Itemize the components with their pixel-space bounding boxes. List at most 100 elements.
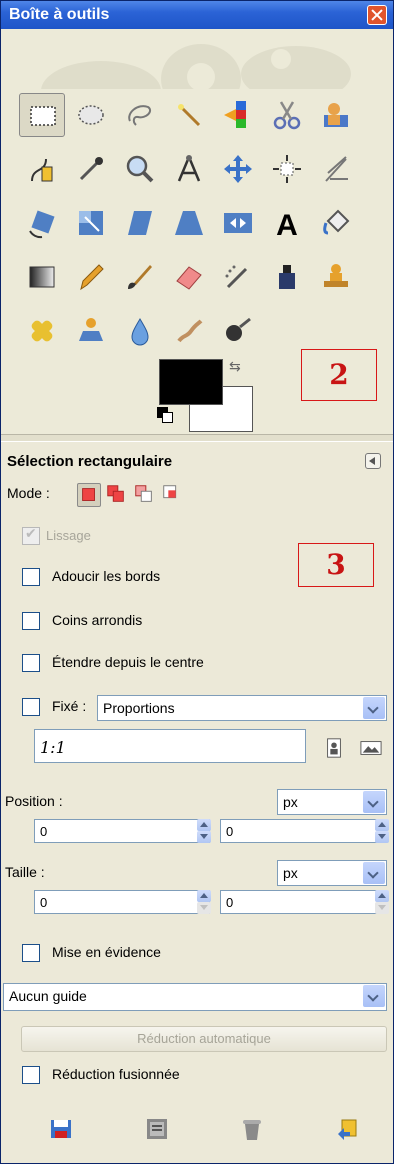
restore-options-icon[interactable] <box>144 1116 170 1142</box>
chevron-down-icon <box>363 697 385 719</box>
perspective-clone-tool[interactable] <box>68 309 114 353</box>
bucket-fill-icon <box>323 209 350 235</box>
ink-tool[interactable] <box>264 255 310 299</box>
feather-edges-checkbox[interactable] <box>22 568 40 586</box>
airbrush-tool[interactable] <box>215 255 261 299</box>
mode-intersect-button[interactable] <box>161 483 185 507</box>
crop-tool[interactable] <box>313 147 359 191</box>
swap-colors-icon[interactable]: ⇆ <box>229 359 241 375</box>
position-y-spinner[interactable] <box>375 819 389 843</box>
size-width-value: 0 <box>40 895 48 910</box>
size-height-spinner[interactable] <box>375 890 389 914</box>
rotate-icon <box>29 210 55 239</box>
heal-tool[interactable] <box>19 309 65 353</box>
zoom-tool[interactable] <box>117 147 163 191</box>
smudge-tool[interactable] <box>166 309 212 353</box>
pencil-tool[interactable] <box>68 255 114 299</box>
fuzzy-select-tool[interactable] <box>166 93 212 137</box>
size-unit-value: px <box>283 865 298 881</box>
position-label: Position : <box>5 793 63 809</box>
foreground-color-swatch[interactable] <box>159 359 223 405</box>
wilber-watermark-icon <box>41 44 351 89</box>
chevron-down-icon <box>363 985 385 1007</box>
foreground-select-tool[interactable] <box>313 93 359 137</box>
scissors-select-tool[interactable] <box>264 93 310 137</box>
ratio-input[interactable]: 1:1 <box>34 729 306 763</box>
panel-menu-icon[interactable] <box>365 453 381 469</box>
tool-options-panel: Sélection rectangulaire Mode : Lissage 3… <box>1 441 393 1163</box>
lasso-select-tool[interactable] <box>117 93 163 137</box>
fixed-label: Fixé : <box>52 698 87 714</box>
position-y-input[interactable]: 0 <box>220 819 378 843</box>
position-x-input[interactable]: 0 <box>34 819 210 843</box>
expand-from-center-checkbox[interactable] <box>22 654 40 672</box>
mode-subtract-button[interactable] <box>133 483 157 507</box>
ellipse-select-icon <box>78 105 104 125</box>
fixed-checkbox[interactable] <box>22 698 40 716</box>
portrait-button[interactable] <box>323 737 347 761</box>
move-tool[interactable] <box>215 147 261 191</box>
blur-sharpen-icon <box>131 318 149 346</box>
ink-icon <box>279 265 295 289</box>
size-unit-select[interactable]: px <box>277 860 387 886</box>
scale-icon <box>79 211 103 235</box>
rounded-corners-label: Coins arrondis <box>52 612 143 628</box>
align-icon <box>273 155 301 183</box>
shrink-merged-checkbox[interactable] <box>22 1066 40 1084</box>
bucket-fill-tool[interactable] <box>313 201 359 245</box>
perspective-tool[interactable] <box>166 201 212 245</box>
heal-icon <box>31 320 53 342</box>
title-bar[interactable]: Boîte à outils <box>1 1 393 29</box>
text-tool[interactable]: A <box>264 201 310 245</box>
toolbox-window: Boîte à outils A ⇆ 2 Sélection rectangul… <box>0 0 394 1164</box>
blur-sharpen-tool[interactable] <box>117 309 163 353</box>
shear-tool[interactable] <box>117 201 163 245</box>
antialias-checkbox[interactable] <box>22 526 40 545</box>
landscape-button[interactable] <box>359 737 383 761</box>
color-select-tool[interactable] <box>215 93 261 137</box>
size-width-input[interactable]: 0 <box>34 890 210 914</box>
measure-tool[interactable] <box>166 147 212 191</box>
ellipse-select-tool[interactable] <box>68 93 114 137</box>
mode-replace-button[interactable] <box>77 483 101 507</box>
rectangle-select-tool[interactable] <box>19 93 65 137</box>
position-unit-select[interactable]: px <box>277 789 387 815</box>
eraser-tool[interactable] <box>166 255 212 299</box>
clone-tool[interactable] <box>313 255 359 299</box>
dodge-burn-tool[interactable] <box>215 309 261 353</box>
paths-icon <box>31 158 53 182</box>
color-picker-tool[interactable] <box>68 147 114 191</box>
blend-tool[interactable] <box>19 255 65 299</box>
paths-tool[interactable] <box>19 147 65 191</box>
position-x-spinner[interactable] <box>197 819 211 843</box>
shear-icon <box>128 211 152 235</box>
save-options-icon[interactable] <box>48 1116 74 1142</box>
reset-options-icon[interactable] <box>334 1116 360 1142</box>
align-tool[interactable] <box>264 147 310 191</box>
shrink-merged-label: Réduction fusionnée <box>52 1066 180 1082</box>
delete-options-icon[interactable] <box>239 1116 265 1142</box>
scale-tool[interactable] <box>68 201 114 245</box>
rounded-corners-checkbox[interactable] <box>22 612 40 630</box>
size-width-spinner[interactable] <box>197 890 211 914</box>
guide-select[interactable]: Aucun guide <box>3 983 387 1011</box>
chevron-down-icon <box>363 791 385 813</box>
default-colors-icon[interactable] <box>157 407 173 423</box>
mode-replace-icon <box>82 488 95 501</box>
flip-tool[interactable] <box>215 201 261 245</box>
auto-shrink-button[interactable]: Réduction automatique <box>21 1026 387 1052</box>
feather-edges-label: Adoucir les bords <box>52 568 161 584</box>
fixed-mode-select[interactable]: Proportions <box>97 695 387 721</box>
highlight-checkbox[interactable] <box>22 944 40 962</box>
size-height-input[interactable]: 0 <box>220 890 378 914</box>
close-button[interactable] <box>367 5 387 25</box>
rotate-tool[interactable] <box>19 201 65 245</box>
perspective-icon <box>175 211 203 235</box>
ratio-value: 1:1 <box>40 738 66 757</box>
annotation-box-2: 2 <box>301 349 377 401</box>
smudge-icon <box>177 319 203 343</box>
highlight-label: Mise en évidence <box>52 944 161 960</box>
position-unit-value: px <box>283 794 298 810</box>
mode-add-button[interactable] <box>105 483 129 507</box>
paintbrush-tool[interactable] <box>117 255 163 299</box>
